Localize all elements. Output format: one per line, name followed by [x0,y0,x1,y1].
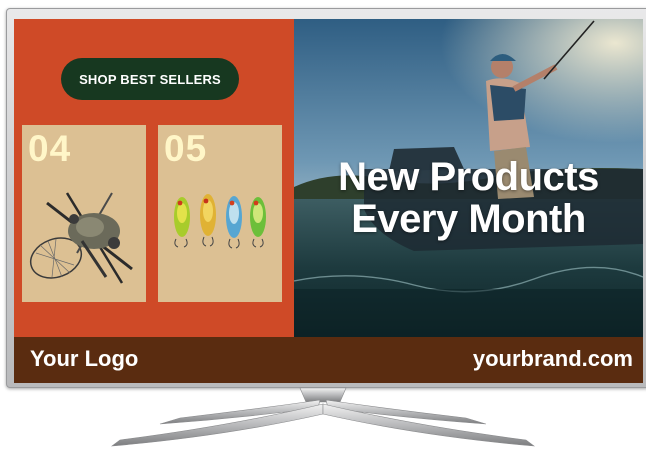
shop-best-sellers-button[interactable]: SHOP BEST SELLERS [61,58,239,100]
brand-url-link[interactable]: yourbrand.com [473,346,633,372]
tv-screen: SHOP BEST SELLERS 04 05 New Products Eve… [14,19,643,383]
hero-headline: New Products Every Month [294,156,643,240]
product-card-04[interactable]: 04 [22,125,146,302]
card-number: 05 [164,128,208,169]
promo-panel: SHOP BEST SELLERS 04 05 [14,19,294,337]
footer-bar: Your Logo yourbrand.com [14,337,643,383]
brand-logo[interactable]: Your Logo [30,346,138,372]
tv-frame: SHOP BEST SELLERS 04 05 New Products Eve… [6,8,646,388]
fishing-lures-image [174,194,266,249]
product-card-05[interactable]: 05 [158,125,282,302]
card-number: 04 [28,128,72,169]
headline-line-2: Every Month [351,197,586,241]
fishing-net-image [29,192,133,284]
headline-line-1: New Products [338,155,599,199]
